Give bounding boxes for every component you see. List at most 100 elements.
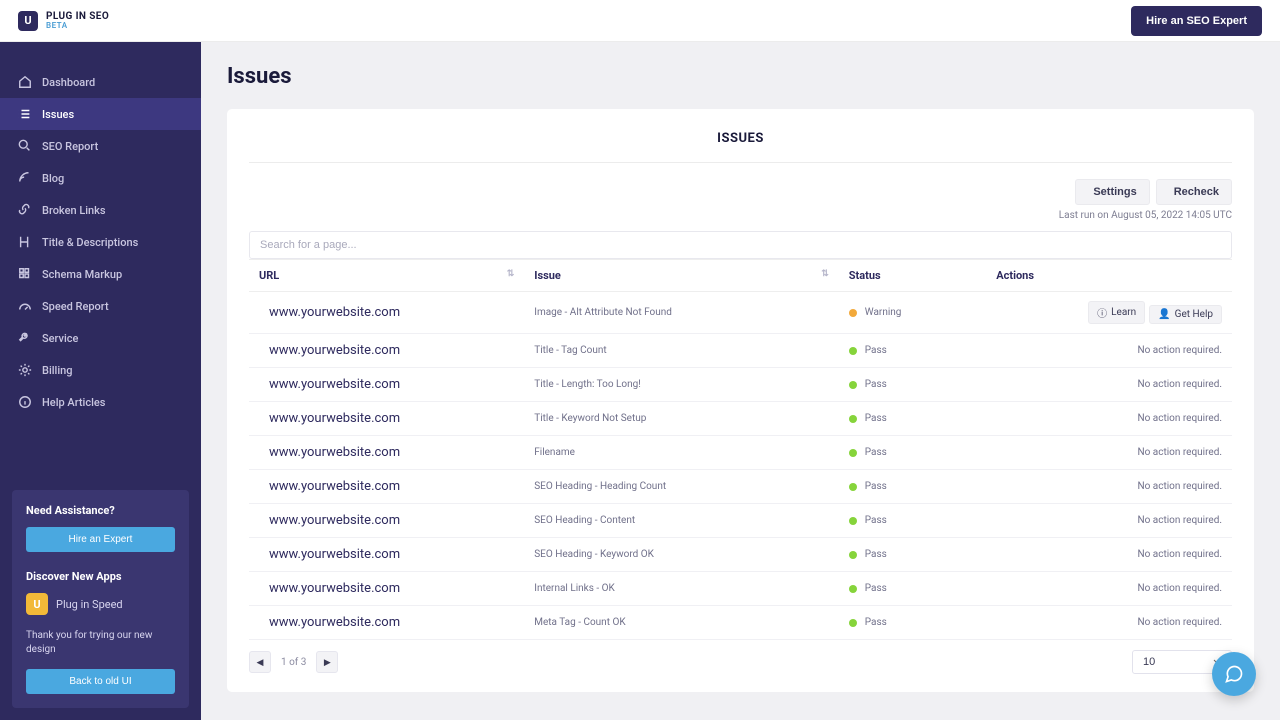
app-icon: U [26, 593, 48, 615]
sidebar-item-label: Broken Links [42, 204, 106, 217]
status-cell: Pass [849, 583, 976, 594]
col-url[interactable]: URL [249, 260, 524, 292]
table-row: www.yourwebsite.comTitle - Keyword Not S… [249, 402, 1232, 436]
list-icon [18, 107, 32, 121]
recheck-button[interactable]: Recheck [1156, 179, 1232, 205]
logo[interactable]: U PLUG IN SEO BETA [18, 11, 109, 31]
actions-cell: No action required. [986, 436, 1232, 470]
sidebar-card: Need Assistance? Hire an Expert Discover… [12, 490, 189, 708]
logo-title: PLUG IN SEO [46, 12, 109, 22]
url-cell: www.yourwebsite.com [249, 402, 524, 436]
grid-icon [18, 267, 32, 281]
issues-panel: ISSUES Settings Recheck Last run on Augu… [227, 109, 1254, 692]
logo-badge: U [18, 11, 38, 31]
url-cell: www.yourwebsite.com [249, 572, 524, 606]
sidebar-item-service[interactable]: Service [0, 322, 201, 354]
table-row: www.yourwebsite.comInternal Links - OK Pa… [249, 572, 1232, 606]
status-label: Pass [865, 617, 887, 628]
status-label: Pass [865, 549, 887, 560]
issue-cell: SEO Heading - Content [524, 504, 839, 538]
hire-expert-sidebar-button[interactable]: Hire an Expert [26, 527, 175, 552]
table-row: www.yourwebsite.comFilenamePassNo action… [249, 436, 1232, 470]
issue-cell: Internal Links - OK [524, 572, 839, 606]
issue-cell: Title - Tag Count [524, 334, 839, 368]
sidebar-item-blog[interactable]: Blog [0, 162, 201, 194]
sidebar-item-billing[interactable]: Billing [0, 354, 201, 386]
sidebar-item-label: Speed Report [42, 300, 109, 313]
issue-cell: Meta Tag - Count OK [524, 606, 839, 640]
actions-cell: No action required. [986, 538, 1232, 572]
learn-button[interactable]: ⓘ Learn [1088, 301, 1145, 324]
col-status: Status [839, 260, 986, 292]
sidebar-item-seo-report[interactable]: SEO Report [0, 130, 201, 162]
hire-expert-button[interactable]: Hire an SEO Expert [1131, 6, 1262, 36]
discover-title: Discover New Apps [26, 570, 175, 583]
status-label: Pass [865, 583, 887, 594]
status-label: Pass [865, 515, 887, 526]
table-row: www.yourwebsite.comTitle - Length: Too L… [249, 368, 1232, 402]
sidebar-item-title-descriptions[interactable]: Title & Descriptions [0, 226, 201, 258]
url-cell: www.yourwebsite.com [249, 538, 524, 572]
chat-fab[interactable] [1212, 652, 1256, 696]
status-dot-icon [849, 381, 857, 389]
status-dot-icon [849, 585, 857, 593]
table-row: www.yourwebsite.comImage - Alt Attribute… [249, 292, 1232, 334]
sidebar-item-help-articles[interactable]: Help Articles [0, 386, 201, 418]
sidebar-item-issues[interactable]: Issues [0, 98, 201, 130]
wrench-icon [18, 331, 32, 345]
app-name: Plug in Speed [56, 598, 123, 611]
sidebar-item-label: Dashboard [42, 76, 95, 89]
sidebar-item-schema-markup[interactable]: Schema Markup [0, 258, 201, 290]
actions-cell: No action required. [986, 402, 1232, 436]
back-to-old-ui-button[interactable]: Back to old UI [26, 669, 175, 694]
status-dot-icon [849, 309, 857, 317]
topbar: U PLUG IN SEO BETA Hire an SEO Expert [0, 0, 1280, 42]
status-cell: Pass [849, 379, 976, 390]
col-issue[interactable]: Issue [524, 260, 839, 292]
search-icon [18, 139, 32, 153]
table-row: www.yourwebsite.comSEO Heading - Content… [249, 504, 1232, 538]
status-label: Pass [865, 345, 887, 356]
search-input[interactable] [249, 231, 1232, 259]
sidebar-item-label: Service [42, 332, 78, 345]
sidebar: Dashboard IssuesSEO ReportBlog Broken Link… [0, 42, 201, 720]
actions-cell: No action required. [986, 334, 1232, 368]
info-icon: ⓘ [1097, 305, 1107, 320]
prev-page-button[interactable]: ◀ [249, 651, 271, 673]
issue-cell: Title - Keyword Not Setup [524, 402, 839, 436]
discover-app-row[interactable]: U Plug in Speed [26, 593, 175, 615]
url-cell: www.yourwebsite.com [249, 436, 524, 470]
action-text: No action required. [1137, 617, 1222, 628]
thanks-text: Thank you for trying our new design [26, 629, 175, 657]
logo-subtitle: BETA [46, 22, 109, 30]
url-cell: www.yourwebsite.com [249, 504, 524, 538]
issue-cell: Image - Alt Attribute Not Found [524, 292, 839, 334]
status-cell: Pass [849, 549, 976, 560]
last-run-text: Last run on August 05, 2022 14:05 UTC [249, 210, 1232, 221]
settings-label: Settings [1093, 186, 1136, 198]
status-cell: Pass [849, 481, 976, 492]
home-icon [18, 75, 32, 89]
status-cell: Warning [849, 307, 976, 318]
sidebar-item-speed-report[interactable]: Speed Report [0, 290, 201, 322]
status-cell: Pass [849, 515, 976, 526]
col-actions: Actions [986, 260, 1232, 292]
action-text: No action required. [1137, 549, 1222, 560]
learn-label: Learn [1111, 307, 1136, 318]
gethelp-button[interactable]: 👤Get Help [1149, 305, 1222, 324]
action-text: No action required. [1137, 413, 1222, 424]
settings-button[interactable]: Settings [1075, 179, 1149, 205]
status-label: Pass [865, 379, 887, 390]
sidebar-item-broken-links[interactable]: Broken Links [0, 194, 201, 226]
url-cell: www.yourwebsite.com [249, 292, 524, 334]
action-text: No action required. [1137, 583, 1222, 594]
sidebar-item-dashboard[interactable]: Dashboard [0, 66, 201, 98]
next-page-button[interactable]: ▶ [316, 651, 338, 673]
status-label: Pass [865, 447, 887, 458]
status-cell: Pass [849, 617, 976, 628]
status-dot-icon [849, 619, 857, 627]
sidebar-item-label: Title & Descriptions [42, 236, 138, 249]
page-title: Issues [227, 64, 1254, 89]
table-row: www.yourwebsite.comSEO Heading - Heading… [249, 470, 1232, 504]
recheck-label: Recheck [1174, 186, 1219, 198]
